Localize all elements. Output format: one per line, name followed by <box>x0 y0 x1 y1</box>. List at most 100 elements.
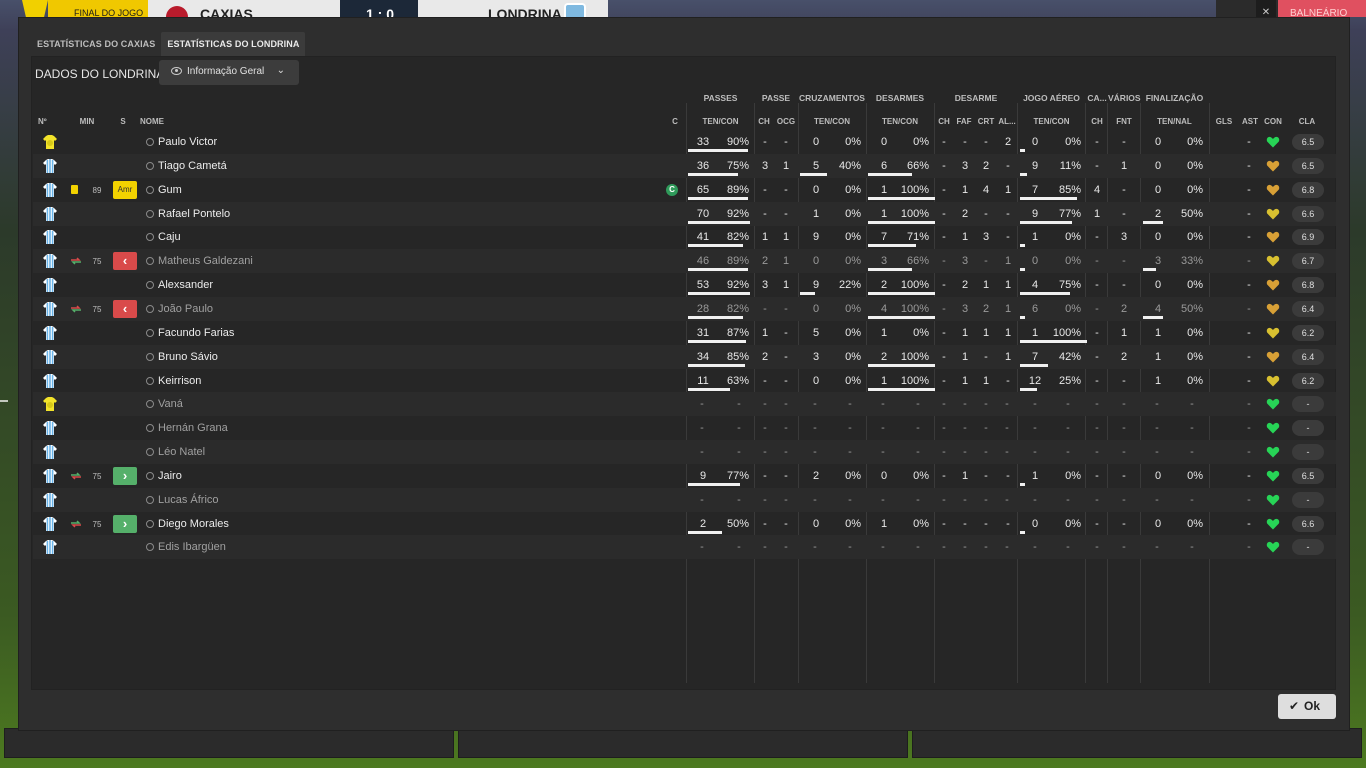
table-row[interactable]: Facundo Farias 31 87% 1-5 0% 1 0% -1 1 1 1 100% -1 1 0… <box>33 321 1336 345</box>
table-row[interactable]: Keirrison 11 63% - -0 0% 1 100% -1 1-12 25% - -1 0% -6… <box>33 369 1336 393</box>
player-name[interactable]: Léo Natel <box>158 446 205 458</box>
ok-button[interactable]: ✔ Ok <box>1278 694 1336 719</box>
passes-attempted: 41 <box>696 231 710 244</box>
table-row[interactable]: 75 › Diego Morales 2 50% - -0 0% 1 0% - - - -0 0% - -0 0%… <box>33 512 1336 536</box>
table-row[interactable]: 75 ‹ Matheus Galdezani 46 89% 2 1 0 0% 3 66% -3-1 0 0… <box>33 249 1336 274</box>
player-profile-icon[interactable] <box>145 424 154 433</box>
player-profile-icon[interactable] <box>145 209 154 219</box>
player-name[interactable]: Matheus Galdezani <box>158 255 253 267</box>
player-profile-icon[interactable] <box>145 400 154 409</box>
player-name[interactable]: Hernán Grana <box>158 422 228 434</box>
table-row[interactable]: Bruno Sávio 34 85% 2-3 0% 2 100% -1-1 7 42% -2 1 0% -… <box>33 344 1336 369</box>
table-row[interactable]: Caju 41 82% 1 1 9 0% 7 71% -1 3-1 0% -3 0 0% -6.9 <box>33 225 1336 249</box>
col-shooting-ten-nal[interactable]: TEN/NAL <box>1141 117 1208 126</box>
tackles-bar <box>868 315 935 319</box>
player-name[interactable]: Tiago Cametá <box>158 160 227 172</box>
table-row[interactable]: 75 ‹ João Paulo 28 82% - -0 0% 4 100% -3 2 1 6 0% -2 4 50… <box>33 296 1336 321</box>
crosses-attempted: 0 <box>812 302 820 315</box>
empty-stat: - <box>1005 446 1009 459</box>
player-name[interactable]: João Paulo <box>158 303 213 315</box>
player-name[interactable]: Caju <box>158 231 181 243</box>
col-condition[interactable]: CON <box>1262 117 1284 126</box>
table-row[interactable]: Lucas Áfrico - - - - - - - - - - - - - - - - - - - - <box>33 487 1336 512</box>
empty-stat: - <box>813 493 817 506</box>
col-name[interactable]: NOME <box>140 117 164 126</box>
player-profile-icon[interactable] <box>145 519 154 529</box>
player-name[interactable]: Bruno Sávio <box>158 351 218 363</box>
player-profile-icon[interactable] <box>145 281 154 290</box>
player-profile-icon[interactable] <box>145 543 154 552</box>
player-profile-icon[interactable] <box>145 471 154 481</box>
condition-heart-icon <box>1266 469 1280 483</box>
col-various-fnt[interactable]: FNT <box>1108 117 1140 126</box>
col-captain[interactable]: C <box>670 117 680 126</box>
shots-attempted: 0 <box>1154 136 1162 148</box>
table-row[interactable]: Vaná - - - - - - - - - - - - - - - - - - - - <box>33 392 1336 417</box>
table-row[interactable]: Tiago Cametá 36 75% 3 1 5 40% 6 66% -3 2-9 11% -1 0 0%… <box>33 153 1336 178</box>
col-rating[interactable]: CLA <box>1294 117 1320 126</box>
player-profile-icon[interactable] <box>145 257 154 266</box>
col-tackle-al[interactable]: AL... <box>996 117 1018 126</box>
table-row[interactable]: 89 Amr Gum C 65 89% - -0 0% 1 100% -1 4 1 7 85% 4-0 0% -6.… <box>33 178 1336 202</box>
close-icon[interactable]: ✕ <box>1256 0 1276 17</box>
various-fnt: - <box>1122 255 1126 268</box>
eye-icon <box>171 67 182 75</box>
player-profile-icon[interactable] <box>145 185 154 195</box>
player-name[interactable]: Keirrison <box>158 375 201 387</box>
shirt-icon <box>42 468 58 484</box>
tab-londrina-stats[interactable]: ESTATÍSTICAS DO LONDRINA <box>161 32 306 56</box>
player-name[interactable]: Lucas Áfrico <box>158 494 219 506</box>
col-assists[interactable]: AST <box>1238 117 1262 126</box>
table-row[interactable]: Rafael Pontelo 70 92% - -1 0% 1 100% -2- -9 77% 1-2… <box>33 201 1336 226</box>
player-name[interactable]: Rafael Pontelo <box>158 208 230 220</box>
player-profile-icon[interactable] <box>145 328 154 338</box>
fouls: 3 <box>961 302 969 315</box>
passes-completion: 92% <box>726 207 749 220</box>
col-passe-ch[interactable]: CH <box>756 117 772 126</box>
col-goals[interactable]: GLS <box>1212 117 1236 126</box>
passes-bar <box>688 482 740 486</box>
col-number[interactable]: Nº <box>38 117 47 126</box>
empty-stat: - <box>848 541 852 554</box>
col-ca-ch[interactable]: CH <box>1086 117 1108 126</box>
minute-label: 89 <box>92 185 102 195</box>
dressing-room-button[interactable]: BALNEÁRIO <box>1278 0 1366 17</box>
col-passes-ten-con[interactable]: TEN/CON <box>687 117 754 126</box>
col-tackle-ch[interactable]: CH <box>935 117 953 126</box>
player-name[interactable]: Facundo Farias <box>158 327 234 339</box>
player-profile-icon[interactable] <box>145 495 154 505</box>
col-tackle-crt[interactable]: CRT <box>976 117 996 126</box>
col-cross-ten-con[interactable]: TEN/CON <box>798 117 866 126</box>
col-status[interactable]: S <box>118 117 128 126</box>
table-row[interactable]: 75 › Jairo 9 77% - -2 0% 0 0% -1- -1 0% - -0 0% -6.5 <box>33 464 1336 488</box>
table-row[interactable]: Paulo Victor 33 90% - - 0 0% 0 0% - - - 2 0 0% - - 0 0% - 6.… <box>33 130 1336 154</box>
view-dropdown[interactable]: Informação Geral ⌄ <box>159 60 299 85</box>
aerial-bar <box>1020 220 1072 224</box>
player-name[interactable]: Diego Morales <box>158 518 229 530</box>
table-row[interactable]: Edis Ibargüen - - - - - - - - - - - - - - - - - - - - <box>33 535 1336 560</box>
player-name[interactable]: Vaná <box>158 398 183 410</box>
player-profile-icon[interactable] <box>145 161 154 171</box>
tab-caxias-stats[interactable]: ESTATÍSTICAS DO CAXIAS <box>31 32 161 56</box>
player-profile-icon[interactable] <box>145 352 154 362</box>
col-aerial-ten-con[interactable]: TEN/CON <box>1018 117 1085 126</box>
col-minute[interactable]: MIN <box>76 117 98 126</box>
player-profile-icon[interactable] <box>145 304 154 314</box>
player-name[interactable]: Gum <box>158 184 182 196</box>
col-passe-ocg[interactable]: OCG <box>775 117 797 126</box>
col-tackles-ten-con[interactable]: TEN/CON <box>866 117 934 126</box>
player-profile-icon[interactable] <box>145 376 154 386</box>
various-fnt: 1 <box>1120 159 1128 172</box>
player-profile-icon[interactable] <box>145 233 154 242</box>
player-name[interactable]: Paulo Victor <box>158 136 217 148</box>
player-profile-icon[interactable] <box>145 138 154 147</box>
player-name[interactable]: Edis Ibargüen <box>158 541 226 553</box>
table-row[interactable]: Alexsander 53 92% 3 1 9 22% 2 100% -2 1 1 4 75% - -0 0% -… <box>33 273 1336 297</box>
fouls: 2 <box>961 279 969 292</box>
col-tackle-faf[interactable]: FAF <box>954 117 974 126</box>
player-name[interactable]: Alexsander <box>158 279 213 291</box>
player-profile-icon[interactable] <box>145 448 154 457</box>
table-row[interactable]: Léo Natel - - - - - - - - - - - - - - - - - - - - <box>33 440 1336 465</box>
table-row[interactable]: Hernán Grana - - - - - - - - - - - - - - - - - - - - <box>33 416 1336 440</box>
player-name[interactable]: Jairo <box>158 470 182 482</box>
